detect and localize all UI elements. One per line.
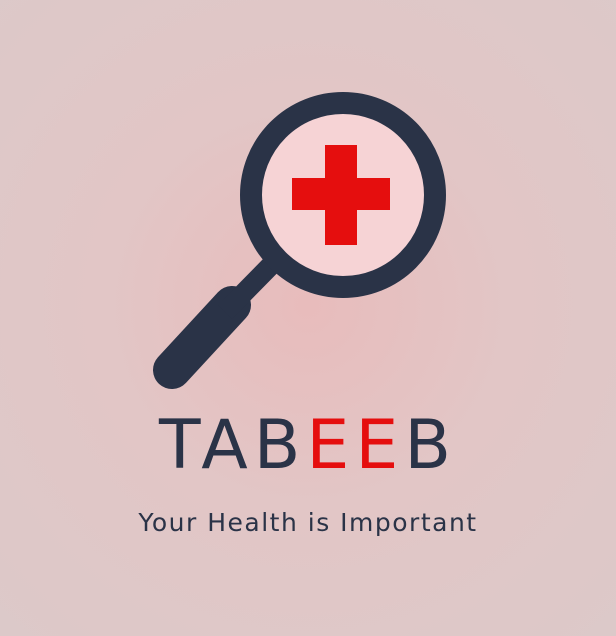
tagline: Your Health is Important [138,508,478,537]
magnifier-medical-cross-icon [153,92,446,389]
brand-name-accent: EE [306,406,405,485]
brand-name-part2: B [404,406,458,485]
logo: TABEEB Your Health is Important [0,0,616,636]
brand-name-part1: TAB [158,406,307,485]
magnifier-handle [153,286,251,389]
medical-cross-horizontal [292,178,390,210]
brand-name: TABEEB [0,412,616,480]
